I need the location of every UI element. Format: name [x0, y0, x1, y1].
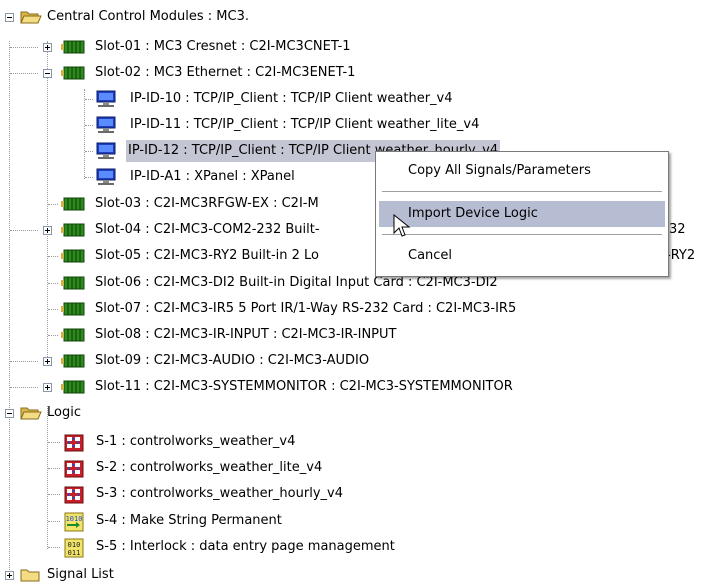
- tree-node-slot-09[interactable]: Slot-09 : C2I-MC3-AUDIO : C2I-MC3-AUDIO: [0, 350, 704, 372]
- menu-item-label: Cancel: [408, 248, 453, 263]
- module-card-icon: [61, 354, 85, 368]
- expand-icon[interactable]: [43, 357, 52, 366]
- collapse-icon[interactable]: [5, 13, 14, 22]
- tree-node-slot-02[interactable]: Slot-02 : MC3 Ethernet : C2I-MC3ENET-1: [0, 62, 704, 84]
- menu-item-cancel[interactable]: Cancel: [379, 243, 665, 269]
- network-computer-icon: [96, 142, 116, 159]
- tree-node-label: Slot-04 : C2I-MC3-COM2-232 Built-: [95, 222, 320, 237]
- menu-item-label: Import Device Logic: [408, 206, 538, 221]
- context-menu: Copy All Signals/Parameters Import Devic…: [375, 151, 669, 277]
- tree-connector: [10, 387, 38, 388]
- tree-connector: [10, 73, 38, 74]
- menu-separator: [382, 234, 662, 235]
- menu-item-label: Copy All Signals/Parameters: [408, 163, 591, 178]
- svg-text:011: 011: [68, 549, 81, 557]
- menu-item-import-device-logic[interactable]: Import Device Logic: [379, 201, 665, 227]
- tree-node-label: Logic: [47, 405, 81, 420]
- tree-node-s-4[interactable]: 1010 S-4 : Make String Permanent: [0, 510, 704, 532]
- tree-node-slot-01[interactable]: Slot-01 : MC3 Cresnet : C2I-MC3CNET-1: [0, 36, 704, 58]
- symbol-module-icon: [64, 460, 84, 478]
- module-card-icon: [61, 276, 85, 290]
- tree-node-label-overflow: 32: [669, 222, 686, 237]
- network-computer-icon: [96, 168, 116, 185]
- digital-logic-icon: 010 011: [64, 538, 84, 558]
- tree-node-label: IP-ID-A1 : XPanel : XPanel: [130, 169, 295, 184]
- expand-icon[interactable]: [43, 43, 52, 52]
- tree-connector: [10, 230, 38, 231]
- tree-connector: [85, 99, 93, 100]
- module-card-icon: [61, 197, 85, 211]
- module-card-icon: [61, 302, 85, 316]
- serial-logic-icon: 1010: [64, 512, 84, 532]
- tree-node-s-3[interactable]: S-3 : controlworks_weather_hourly_v4: [0, 483, 704, 505]
- tree-connector: [48, 204, 58, 205]
- tree-node-label: Slot-09 : C2I-MC3-AUDIO : C2I-MC3-AUDIO: [95, 353, 370, 368]
- tree-connector: [48, 468, 60, 469]
- collapse-icon[interactable]: [5, 409, 14, 418]
- svg-text:1010: 1010: [66, 515, 83, 523]
- menu-item-copy-all-signals[interactable]: Copy All Signals/Parameters: [379, 158, 665, 184]
- expand-icon[interactable]: [43, 226, 52, 235]
- module-card-icon: [61, 328, 85, 342]
- tree-node-label: Slot-08 : C2I-MC3-IR-INPUT : C2I-MC3-IR-…: [95, 327, 397, 342]
- tree-node-s-5[interactable]: 010 011 S-5 : Interlock : data entry pag…: [0, 536, 704, 558]
- symbol-module-icon: [64, 486, 84, 504]
- open-folder-icon: [20, 11, 42, 24]
- mouse-pointer-icon: [393, 214, 411, 237]
- module-card-icon: [61, 40, 85, 54]
- module-card-icon: [61, 249, 85, 263]
- tree-node-label: S-3 : controlworks_weather_hourly_v4: [96, 486, 343, 501]
- module-card-icon: [61, 223, 85, 237]
- module-card-icon: [61, 66, 85, 80]
- tree-connector: [48, 442, 60, 443]
- collapse-icon[interactable]: [43, 69, 52, 78]
- tree-node-slot-07[interactable]: Slot-07 : C2I-MC3-IR5 5 Port IR/1-Way RS…: [0, 298, 704, 320]
- svg-text:010: 010: [68, 541, 81, 549]
- tree-connector: [48, 256, 58, 257]
- tree-connector: [48, 547, 60, 548]
- tree-node-label: IP-ID-11 : TCP/IP_Client : TCP/IP Client…: [130, 117, 480, 132]
- tree-node-label: IP-ID-10 : TCP/IP_Client : TCP/IP Client…: [130, 91, 453, 106]
- open-folder-icon: [20, 407, 42, 420]
- tree-node-label: Slot-07 : C2I-MC3-IR5 5 Port IR/1-Way RS…: [95, 301, 517, 316]
- tree-connector: [48, 283, 58, 284]
- tree-node-label: S-2 : controlworks_weather_lite_v4: [96, 460, 323, 475]
- tree-node-s-1[interactable]: S-1 : controlworks_weather_v4: [0, 431, 704, 453]
- tree-connector: [48, 494, 60, 495]
- tree-connector: [48, 521, 60, 522]
- tree-node-label: Central Control Modules : MC3.: [47, 9, 249, 24]
- tree-connector: [10, 47, 38, 48]
- tree-node-ip-id-10[interactable]: IP-ID-10 : TCP/IP_Client : TCP/IP Client…: [0, 88, 704, 110]
- tree-node-label: Slot-11 : C2I-MC3-SYSTEMMONITOR : C2I-MC…: [95, 379, 513, 394]
- tree-connector: [48, 335, 58, 336]
- tree-node-label: Slot-05 : C2I-MC3-RY2 Built-in 2 Lo: [95, 248, 319, 263]
- tree-node-label: S-5 : Interlock : data entry page manage…: [96, 539, 395, 554]
- network-computer-icon: [96, 90, 116, 107]
- tree-node-central-control-modules[interactable]: Central Control Modules : MC3.: [0, 6, 704, 28]
- tree-connector: [85, 151, 93, 152]
- tree-node-ip-id-11[interactable]: IP-ID-11 : TCP/IP_Client : TCP/IP Client…: [0, 114, 704, 136]
- tree-connector: [10, 361, 38, 362]
- tree-connector: [48, 309, 58, 310]
- expand-icon[interactable]: [43, 383, 52, 392]
- menu-separator: [382, 191, 662, 192]
- expand-icon[interactable]: [5, 571, 14, 580]
- tree-node-slot-08[interactable]: Slot-08 : C2I-MC3-IR-INPUT : C2I-MC3-IR-…: [0, 324, 704, 346]
- tree-node-label: Slot-02 : MC3 Ethernet : C2I-MC3ENET-1: [95, 65, 356, 80]
- tree-node-label: Slot-01 : MC3 Cresnet : C2I-MC3CNET-1: [95, 39, 351, 54]
- tree-node-label: S-4 : Make String Permanent: [96, 513, 282, 528]
- tree-connector: [85, 177, 93, 178]
- tree-node-logic[interactable]: Logic: [0, 402, 704, 424]
- tree-node-label: S-1 : controlworks_weather_v4: [96, 434, 296, 449]
- network-computer-icon: [96, 116, 116, 133]
- project-tree[interactable]: Central Control Modules : MC3. Slot-01 :…: [0, 0, 704, 583]
- tree-node-slot-11[interactable]: Slot-11 : C2I-MC3-SYSTEMMONITOR : C2I-MC…: [0, 376, 704, 398]
- tree-node-s-2[interactable]: S-2 : controlworks_weather_lite_v4: [0, 457, 704, 479]
- module-card-icon: [61, 380, 85, 394]
- symbol-module-icon: [64, 434, 84, 452]
- folder-icon: [20, 569, 40, 582]
- tree-node-label: Slot-03 : C2I-MC3RFGW-EX : C2I-M: [95, 196, 319, 211]
- tree-connector: [85, 125, 93, 126]
